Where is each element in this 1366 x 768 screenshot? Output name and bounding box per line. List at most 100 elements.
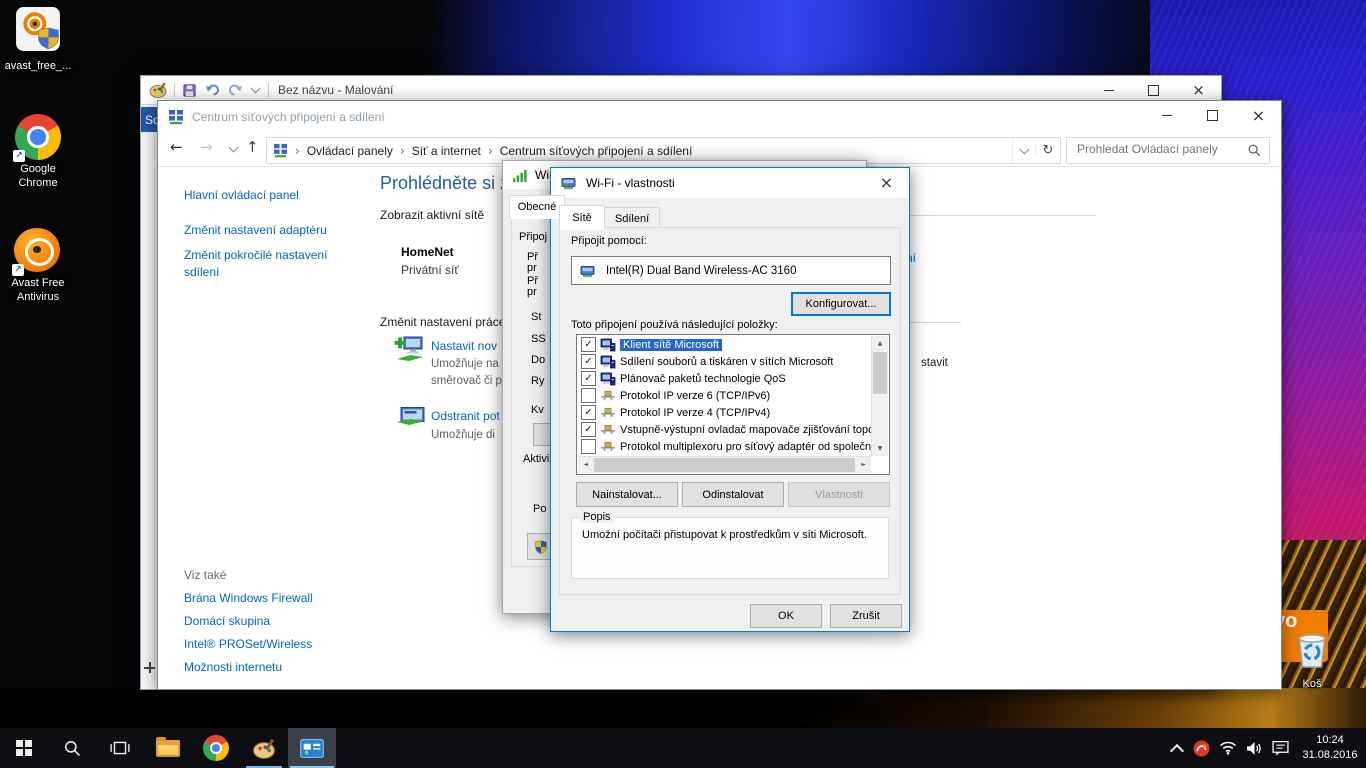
- network-center-minimize-button[interactable]: [1144, 101, 1189, 130]
- speaker-icon: [1246, 741, 1263, 756]
- paint-app-icon[interactable]: [149, 82, 167, 98]
- back-button[interactable]: ←: [170, 140, 183, 155]
- sidebar-link-homegroup[interactable]: Domácí skupina: [184, 614, 270, 628]
- search-input[interactable]: [1075, 141, 1239, 157]
- sidebar-link-windows-firewall[interactable]: Brána Windows Firewall: [184, 591, 313, 605]
- scroll-left-icon[interactable]: ◄: [578, 457, 593, 473]
- list-item-label[interactable]: Klient sítě Microsoft: [620, 339, 722, 351]
- taskbar-control-panel[interactable]: [288, 728, 336, 768]
- task-view-button[interactable]: [96, 728, 144, 768]
- sidebar-link-main-control-panel[interactable]: Hlavní ovládací panel: [184, 188, 299, 202]
- wifi-status-tab-general[interactable]: Obecné: [509, 195, 565, 219]
- list-item-label[interactable]: Plánovač paketů technologie QoS: [620, 373, 786, 385]
- status-label-quality: Kv: [531, 404, 544, 416]
- setup-new-connection-link[interactable]: Nastavit nov: [431, 339, 497, 353]
- address-dropdown-button[interactable]: [1012, 138, 1035, 163]
- desktop-icon-avast-antivirus[interactable]: ↗ Avast Free Antivirus: [0, 228, 76, 305]
- checkbox[interactable]: ✓: [581, 371, 596, 386]
- description-text: Umožní počítači přistupovat k prostředků…: [582, 529, 878, 541]
- list-item-ipv4[interactable]: ✓ Protokol IP verze 4 (TCP/IPv4): [578, 404, 871, 421]
- troubleshoot-icon: [396, 406, 426, 430]
- qat-dropdown-icon[interactable]: [251, 84, 261, 94]
- list-item-label[interactable]: Protokol IP verze 6 (TCP/IPv6): [620, 390, 770, 402]
- breadcrumb-item-control-panel[interactable]: Ovládací panely: [307, 144, 393, 158]
- search-box[interactable]: [1066, 137, 1270, 164]
- forward-button[interactable]: →: [200, 140, 213, 155]
- scroll-right-icon[interactable]: ►: [856, 457, 871, 473]
- properties-button[interactable]: Vlastnosti: [788, 482, 890, 507]
- tray-volume-button[interactable]: [1242, 740, 1266, 756]
- list-item-client[interactable]: ✓ Klient sítě Microsoft: [578, 336, 871, 353]
- status-label-sent: Po: [533, 503, 546, 515]
- install-button[interactable]: Nainstalovat...: [576, 482, 678, 507]
- search-icon: [63, 739, 81, 757]
- tray-wifi-button[interactable]: [1216, 740, 1240, 756]
- tray-avast-icon[interactable]: [1190, 739, 1212, 757]
- wifi-signal-icon: [512, 168, 527, 183]
- checkbox[interactable]: ✓: [581, 422, 596, 437]
- status-label-ipv6b: pr: [527, 286, 537, 298]
- list-item-label[interactable]: Protokol IP verze 4 (TCP/IPv4): [620, 407, 770, 419]
- uac-shield-icon: [534, 540, 548, 554]
- checkbox[interactable]: ✓: [581, 405, 596, 420]
- redo-icon[interactable]: [227, 83, 243, 97]
- troubleshoot-link[interactable]: Odstranit pot: [431, 409, 500, 423]
- desktop-icon-google-chrome[interactable]: ↗ Google Chrome: [0, 114, 76, 191]
- refresh-button[interactable]: ↻: [1035, 144, 1060, 157]
- network-center-maximize-button[interactable]: [1190, 101, 1235, 130]
- list-item-label[interactable]: Sdílení souborů a tiskáren v sítích Micr…: [620, 356, 833, 368]
- taskbar-paint[interactable]: [240, 728, 288, 768]
- up-button[interactable]: ↑: [246, 140, 259, 155]
- network-center-close-button[interactable]: ×: [1236, 101, 1281, 130]
- list-item-label[interactable]: Vstupně-výstupní ovladač mapovače zjišťo…: [620, 424, 871, 436]
- uninstall-button[interactable]: Odinstalovat: [682, 482, 784, 507]
- wifi-properties-close-button[interactable]: ×: [864, 168, 909, 198]
- checkbox[interactable]: ✓: [581, 337, 596, 352]
- list-item-topology-mapper[interactable]: ✓ Vstupně-výstupní ovladač mapovače zjiš…: [578, 421, 871, 438]
- vertical-scrollbar[interactable]: ▲ ▼: [871, 336, 888, 456]
- protocol-icon: [600, 388, 616, 404]
- taskbar-clock[interactable]: 10:24 31.08.2016: [1298, 732, 1362, 764]
- list-item-label[interactable]: Protokol multiplexoru pro síťový adaptér…: [620, 441, 871, 453]
- sidebar-link-change-adapter[interactable]: Změnit nastavení adaptéru: [184, 223, 327, 237]
- configure-button[interactable]: Konfigurovat...: [791, 292, 891, 316]
- list-item-ipv6[interactable]: Protokol IP verze 6 (TCP/IPv6): [578, 387, 871, 404]
- tab-networking[interactable]: Sítě: [559, 205, 605, 230]
- cancel-button[interactable]: Zrušit: [830, 604, 902, 628]
- ok-button[interactable]: OK: [750, 604, 822, 628]
- list-item-file-sharing[interactable]: ✓ Sdílení souborů a tiskáren v sítích Mi…: [578, 353, 871, 370]
- breadcrumb-item-network-internet[interactable]: Síť a internet: [412, 144, 481, 158]
- sidebar-link-intel-proset[interactable]: Intel® PROSet/Wireless: [184, 637, 312, 651]
- list-item-qos[interactable]: ✓ Plánovač paketů technologie QoS: [578, 370, 871, 387]
- description-title: Popis: [580, 511, 614, 523]
- action-center-icon: [1272, 740, 1289, 756]
- horizontal-scrollbar[interactable]: ◄ ►: [578, 456, 871, 473]
- scrollbar-thumb[interactable]: [873, 352, 887, 394]
- sidebar-link-advanced-sharing[interactable]: Změnit pokročilé nastavení sdílení: [184, 247, 354, 282]
- scroll-down-icon[interactable]: ▼: [872, 441, 888, 456]
- undo-icon[interactable]: [205, 83, 221, 97]
- desktop-icon-label: avast_free_...: [0, 60, 76, 74]
- wifi-icon: [1219, 741, 1237, 755]
- desktop-icon-recycle-bin[interactable]: Koš: [1282, 628, 1342, 692]
- history-dropdown-icon[interactable]: [229, 143, 239, 153]
- sidebar-link-internet-options[interactable]: Možnosti internetu: [184, 660, 282, 674]
- list-item-multiplexor[interactable]: Protokol multiplexoru pro síťový adaptér…: [578, 438, 871, 455]
- tray-chevron-button[interactable]: [1166, 740, 1188, 758]
- checkbox[interactable]: ✓: [581, 354, 596, 369]
- taskbar-chrome[interactable]: [192, 728, 240, 768]
- checkbox[interactable]: [581, 439, 596, 454]
- taskbar-search-button[interactable]: [48, 728, 96, 768]
- taskbar-file-explorer[interactable]: [144, 728, 192, 768]
- search-icon[interactable]: [1247, 143, 1261, 157]
- task-description: Umožňuje na: [431, 358, 499, 370]
- scroll-up-icon[interactable]: ▲: [872, 336, 888, 351]
- save-icon[interactable]: [182, 83, 197, 98]
- desktop-icon-avast-installer[interactable]: avast_free_...: [0, 6, 76, 74]
- wifi-properties-titlebar: Wi-Fi - vlastnosti: [551, 168, 909, 198]
- scrollbar-thumb[interactable]: [594, 458, 855, 472]
- action-center-button[interactable]: [1268, 739, 1292, 757]
- checkbox[interactable]: [581, 388, 596, 403]
- start-button[interactable]: [0, 728, 48, 768]
- breadcrumb-item-network-center[interactable]: Centrum síťových připojení a sdílení: [500, 144, 693, 158]
